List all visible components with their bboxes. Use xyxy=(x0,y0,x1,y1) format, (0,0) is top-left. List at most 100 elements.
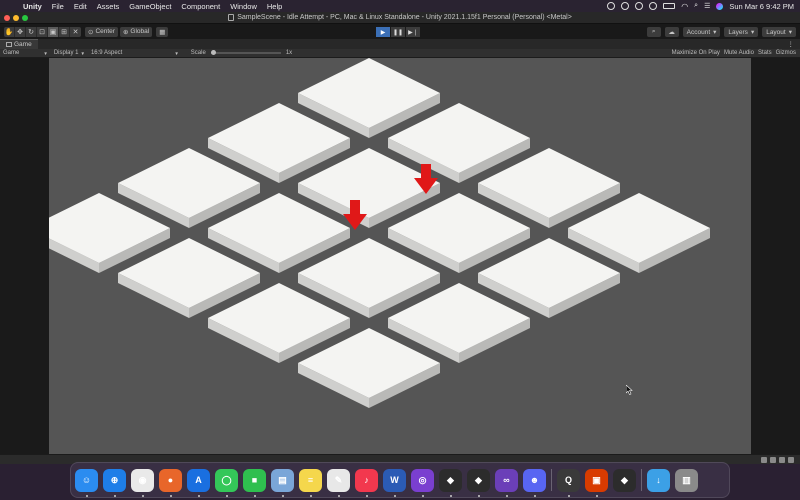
account-label: Account xyxy=(686,28,711,36)
siri-icon[interactable] xyxy=(716,2,724,10)
tray-app-icon[interactable] xyxy=(635,2,644,10)
office-icon[interactable]: ▣ xyxy=(585,468,608,497)
chrome-icon[interactable]: ◉ xyxy=(131,468,154,497)
space-label: Global xyxy=(130,28,150,35)
status-icon[interactable] xyxy=(788,456,794,463)
unity-hub-icon[interactable]: ◆ xyxy=(439,468,462,497)
running-indicator xyxy=(477,494,480,497)
tray-focus-icon[interactable] xyxy=(649,2,658,10)
space-toggle[interactable]: ⊕ Global xyxy=(119,26,153,37)
cloud-icon[interactable]: ☁ xyxy=(664,27,679,37)
unity-editor-icon[interactable]: ◆ xyxy=(613,468,636,492)
search-icon[interactable]: ⌕ xyxy=(646,27,661,37)
running-indicator xyxy=(197,494,200,497)
spotlight-icon[interactable]: ⌕ xyxy=(694,2,698,10)
account-dropdown[interactable]: Account ▾ xyxy=(682,27,721,37)
trash-icon[interactable]: ▥ xyxy=(675,468,698,492)
toolbar-right: ⌕ ☁ Account ▾ Layers ▾ Layout ▾ xyxy=(646,27,796,37)
rect-tool-icon[interactable]: ▣ xyxy=(48,26,59,37)
music-icon[interactable]: ♪ xyxy=(355,468,378,497)
gizmos-toggle[interactable]: Gizmos xyxy=(776,50,796,56)
scene-render xyxy=(49,58,710,408)
scale-slider-knob[interactable] xyxy=(210,50,216,55)
layers-dropdown[interactable]: Layers ▾ xyxy=(724,27,759,37)
menu-window[interactable]: Window xyxy=(225,2,262,11)
status-icon[interactable] xyxy=(770,456,776,463)
document-icon xyxy=(228,14,235,21)
menu-bar-tray: ◠ ⌕ ☰ Sun Mar 6 9:42 PM xyxy=(607,2,800,11)
textedit-icon[interactable]: ✎ xyxy=(327,468,350,497)
mute-audio-toggle[interactable]: Mute Audio xyxy=(724,50,754,56)
stats-toggle[interactable]: Stats xyxy=(758,50,772,56)
finder-icon[interactable]: ☺ xyxy=(75,468,98,497)
transform-tool-icon[interactable]: ⊞ xyxy=(59,26,70,37)
running-indicator xyxy=(337,494,340,497)
game-mode-label: Game xyxy=(3,50,20,56)
running-indicator xyxy=(421,494,424,497)
scale-slider[interactable] xyxy=(210,50,281,55)
messages-icon[interactable]: ◯ xyxy=(215,468,238,497)
running-indicator xyxy=(309,494,312,497)
tab-game-label: Game xyxy=(14,41,32,48)
control-center-icon[interactable]: ☰ xyxy=(704,2,710,10)
firefox-icon[interactable]: ● xyxy=(159,468,182,497)
pivot-toggle[interactable]: ⊙ Center xyxy=(85,26,118,37)
scale-tool-icon[interactable]: ⊡ xyxy=(37,26,48,37)
preview-icon[interactable]: ▤ xyxy=(271,468,294,497)
menu-assets[interactable]: Assets xyxy=(92,2,125,11)
hand-tool-icon[interactable]: ✋ xyxy=(4,26,15,37)
wifi-icon[interactable]: ◠ xyxy=(681,2,688,11)
minimize-window-button[interactable] xyxy=(13,15,19,21)
menu-help[interactable]: Help xyxy=(262,2,287,11)
running-indicator xyxy=(169,494,172,497)
app-store-icon[interactable]: A xyxy=(187,468,210,497)
layout-dropdown[interactable]: Layout ▾ xyxy=(762,27,796,37)
custom-tool-icon[interactable]: ✕ xyxy=(70,27,81,37)
clock[interactable]: Sun Mar 6 9:42 PM xyxy=(729,2,794,11)
more-options-icon[interactable]: ⋮ xyxy=(788,40,795,48)
step-button[interactable]: ▶❘ xyxy=(406,27,420,37)
dock-separator xyxy=(641,469,642,491)
discord-icon[interactable]: ☻ xyxy=(523,468,546,497)
menu-component[interactable]: Component xyxy=(176,2,225,11)
menu-file[interactable]: File xyxy=(47,2,69,11)
unity-icon[interactable]: ◆ xyxy=(467,468,490,497)
github-icon[interactable]: ◎ xyxy=(411,468,434,497)
game-viewport xyxy=(0,58,800,454)
word-icon[interactable]: W xyxy=(383,468,406,497)
play-button[interactable]: ▶ xyxy=(376,27,390,37)
status-icon[interactable] xyxy=(779,456,785,463)
status-icon[interactable] xyxy=(761,456,767,463)
notes-icon[interactable]: ≡ xyxy=(299,468,322,497)
game-canvas[interactable] xyxy=(49,58,751,454)
game-mode-dropdown[interactable]: Game ▼ xyxy=(0,50,51,56)
pause-button[interactable]: ❚❚ xyxy=(391,27,405,37)
facetime-icon[interactable]: ■ xyxy=(243,468,266,497)
aspect-dropdown[interactable]: 16:9 Aspect ▼ xyxy=(88,50,182,56)
rotate-tool-icon[interactable]: ↻ xyxy=(26,26,37,37)
safari-icon[interactable]: ⊕ xyxy=(103,468,126,497)
battery-icon[interactable] xyxy=(663,3,676,9)
running-indicator xyxy=(85,494,88,497)
tray-status-icon[interactable] xyxy=(607,2,616,10)
mouse-cursor-icon xyxy=(626,385,633,395)
quicktime-icon[interactable]: Q xyxy=(557,468,580,497)
downloads-folder-icon[interactable]: ↓ xyxy=(647,468,670,492)
close-window-button[interactable] xyxy=(4,15,10,21)
tray-discord-icon[interactable] xyxy=(621,2,630,10)
maximize-on-play-toggle[interactable]: Maximize On Play xyxy=(672,50,720,56)
running-indicator xyxy=(449,494,452,497)
running-indicator xyxy=(281,494,284,497)
menu-edit[interactable]: Edit xyxy=(69,2,92,11)
display-dropdown[interactable]: Display 1 ▼ xyxy=(51,50,88,56)
move-tool-icon[interactable]: ✥ xyxy=(15,26,26,37)
tab-game[interactable]: Game xyxy=(0,39,38,49)
menu-app-name[interactable]: Unity xyxy=(18,2,47,11)
menu-gameobject[interactable]: GameObject xyxy=(124,2,176,11)
zoom-window-button[interactable] xyxy=(22,15,28,21)
aspect-label: 16:9 Aspect xyxy=(90,50,123,56)
chevron-down-icon: ▼ xyxy=(43,50,48,56)
visual-studio-icon[interactable]: ∞ xyxy=(495,468,518,497)
running-indicator xyxy=(141,494,144,497)
snap-toggle[interactable]: ▦ xyxy=(156,26,169,37)
